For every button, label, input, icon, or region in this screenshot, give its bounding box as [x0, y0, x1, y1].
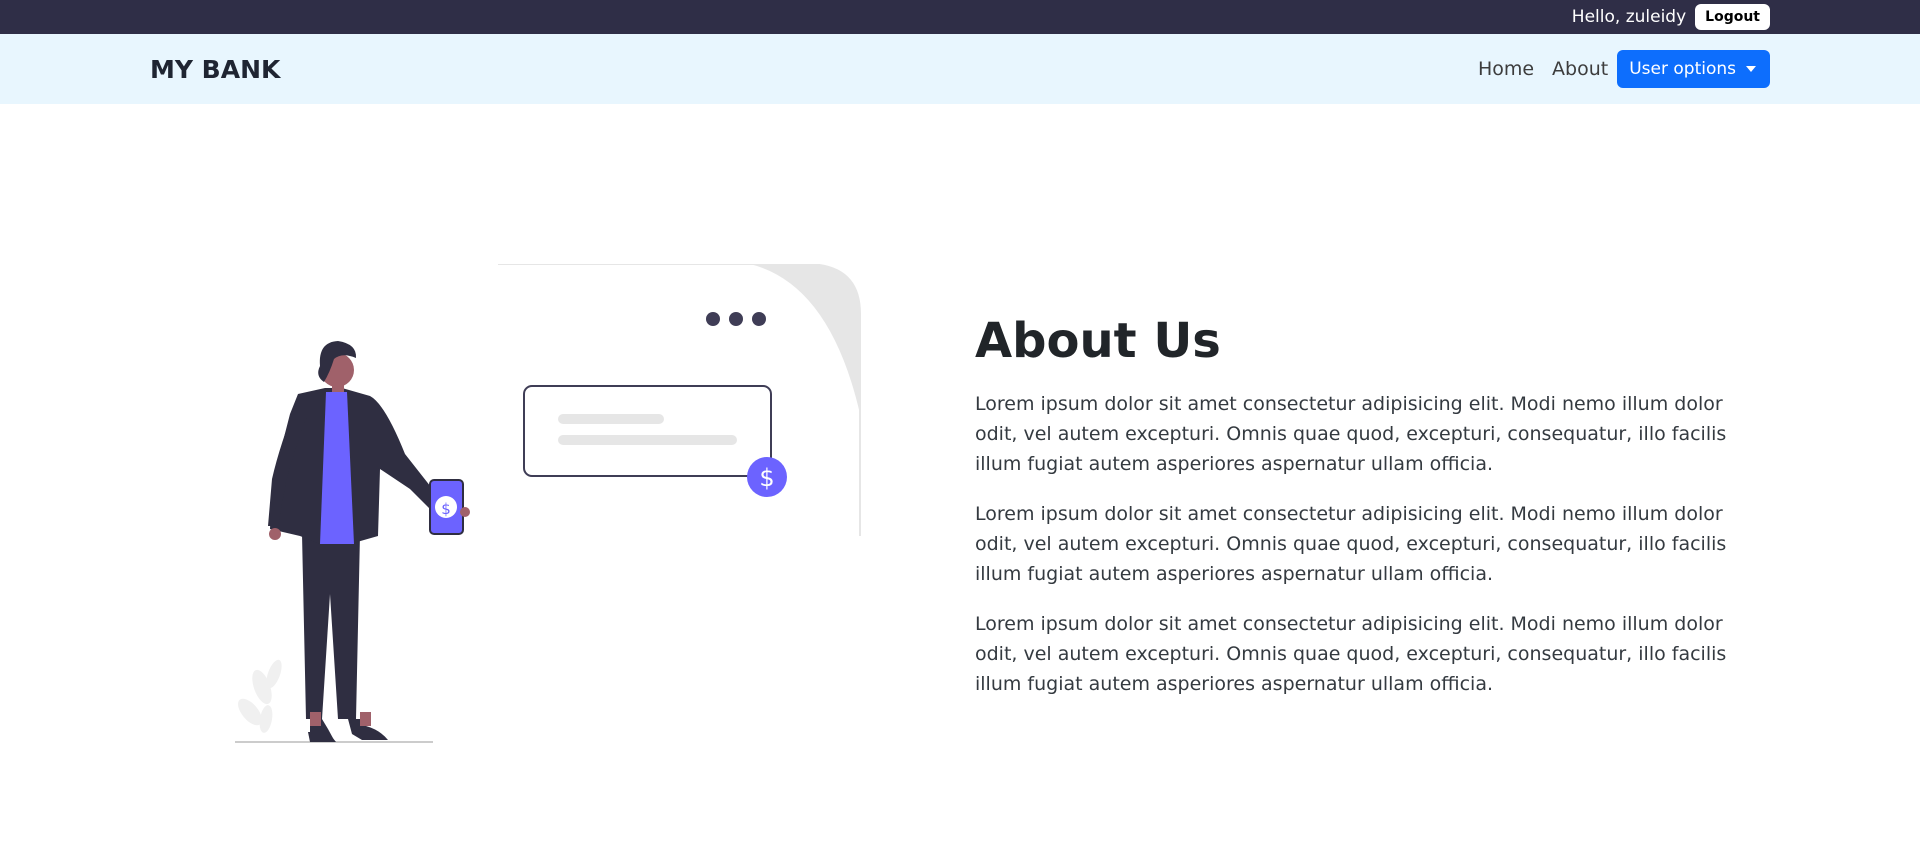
dollar-sign-text: $ — [759, 464, 774, 492]
user-options-label: User options — [1629, 59, 1736, 79]
navbar: MY BANK Home About User options — [0, 34, 1920, 104]
user-options-dropdown[interactable]: User options — [1617, 50, 1770, 88]
about-paragraph: Lorem ipsum dolor sit amet consectetur a… — [975, 613, 1727, 696]
phone-dollar-sign: $ — [441, 500, 451, 518]
about-paragraph: Lorem ipsum dolor sit amet consectetur a… — [975, 393, 1727, 476]
main-content: $ $ About Us Lorem ipsum dolor sit amet … — [0, 104, 1920, 868]
plant-icon — [238, 659, 282, 733]
person-figure: $ — [268, 341, 470, 742]
nav-link-home[interactable]: Home — [1469, 58, 1543, 80]
nav-links: Home About User options — [1469, 50, 1770, 88]
dot-icon — [706, 312, 720, 326]
dot-icon — [752, 312, 766, 326]
nav-link-about[interactable]: About — [1543, 58, 1617, 80]
mobile-payment-illustration: $ $ — [235, 264, 861, 743]
logout-button[interactable]: Logout — [1695, 4, 1770, 30]
brand-logo[interactable]: MY BANK — [150, 55, 280, 84]
caret-down-icon — [1746, 66, 1756, 72]
greeting-text: Hello, zuleidy — [1571, 7, 1687, 27]
message-card — [523, 385, 772, 477]
top-bar: Hello, zuleidy Logout — [0, 0, 1920, 34]
dot-icon — [729, 312, 743, 326]
about-paragraph: Lorem ipsum dolor sit amet consectetur a… — [975, 503, 1727, 586]
browser-panel: $ — [498, 264, 861, 536]
about-section: About Us Lorem ipsum dolor sit amet cons… — [975, 313, 1765, 719]
page-title: About Us — [975, 313, 1221, 369]
